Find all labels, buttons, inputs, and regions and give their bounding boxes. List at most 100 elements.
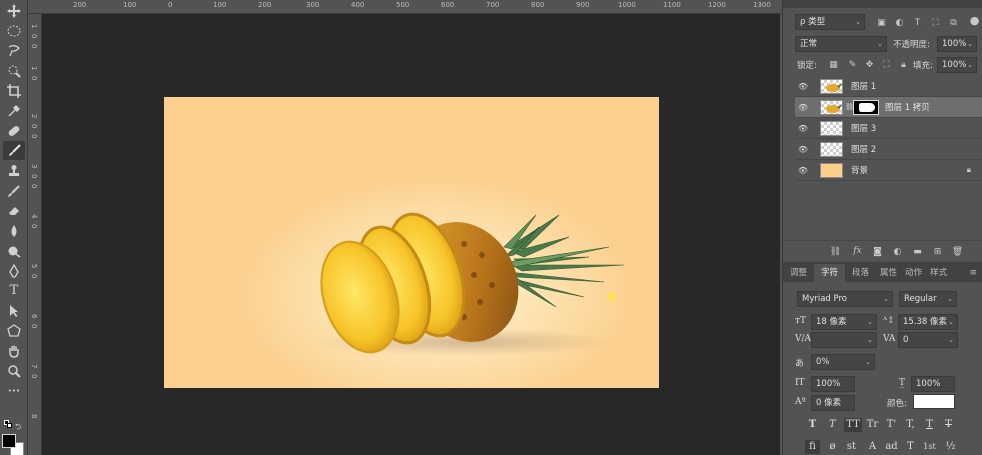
brush-icon[interactable] [3,141,25,160]
tsume-input[interactable]: 0% ⌄ [811,354,875,370]
adjustment-layer-icon[interactable]: ◐ [891,245,904,258]
text-color-swatch[interactable] [913,394,955,409]
filter-type-icon[interactable]: T [911,16,924,29]
ruler-tick: 1 [30,66,38,71]
dodge-icon[interactable] [3,241,25,260]
add-mask-icon[interactable]: ◙ [871,245,884,258]
lock-artboard-icon[interactable]: ⛶ [880,58,893,71]
discretionary-ligature-button[interactable]: ø [825,440,840,454]
filter-smart-icon[interactable]: ⧉ [947,16,960,29]
underline-button[interactable]: T [922,418,937,432]
swash-button[interactable]: A [865,440,880,454]
type-icon[interactable]: T [3,281,25,300]
visibility-eye-icon[interactable]: 👁︎ [795,97,811,118]
lock-all-icon[interactable]: 🔒︎ [897,58,910,71]
tracking-input[interactable]: 0 ⌄ [898,332,958,348]
swap-colors-icon[interactable]: ⮌ [15,421,21,435]
link-layers-icon[interactable]: ⛓︎ [829,245,842,258]
filter-shape-icon[interactable]: ⛶ [929,16,942,29]
marquee-icon[interactable] [3,21,25,40]
new-group-icon[interactable]: ▬ [911,245,924,258]
history-brush-icon[interactable] [3,181,25,200]
healing-icon[interactable] [3,121,25,140]
subscript-button[interactable]: T, [903,418,918,432]
visibility-eye-icon[interactable]: 👁︎ [795,76,811,97]
layer-name: 图层 1 拷贝 [885,103,930,113]
eyedropper-icon[interactable] [3,101,25,120]
strikethrough-button[interactable]: T [941,418,956,432]
document-canvas[interactable] [164,97,659,388]
stylistic-alternates-button[interactable]: st [844,440,859,454]
default-colors-icon[interactable] [4,420,14,430]
layer-row-background[interactable]: 👁︎ 背景 🔒︎ [795,160,982,181]
stamp-icon[interactable] [3,161,25,180]
ruler-tick: 1300 [753,1,771,9]
eraser-icon[interactable] [3,201,25,220]
tab-paragraph[interactable]: 段落 [845,264,876,282]
shape-icon[interactable] [3,321,25,340]
ordinals-button[interactable]: 1st [922,440,937,454]
tab-character[interactable]: 字符 [814,264,846,282]
visibility-eye-icon[interactable]: 👁︎ [795,118,811,139]
horizontal-scale-input[interactable]: 100% [911,376,955,392]
ordinals-alt-button[interactable]: T [903,440,918,454]
tab-adjustments[interactable]: 调整 [783,264,814,282]
fill-value: 100% [942,60,967,70]
tab-actions[interactable]: 动作 [901,264,926,282]
layer-row-3[interactable]: 👁︎ 图层 3 [795,118,982,139]
small-caps-button[interactable]: Tr [865,418,880,432]
superscript-button[interactable]: T' [884,418,899,432]
all-caps-button[interactable]: TT [844,418,862,432]
kerning-input[interactable]: ⌄ [811,332,877,348]
mask-link-icon[interactable]: ⛓︎ [845,103,854,111]
baseline-shift-input[interactable]: 0 像素 [811,395,855,411]
visibility-eye-icon[interactable]: 👁︎ [795,160,811,181]
panel-menu-icon[interactable]: ≡ [969,264,977,282]
lock-transparent-icon[interactable]: ▦ [827,58,840,71]
visibility-eye-icon[interactable]: 👁︎ [795,139,811,160]
lasso-icon[interactable] [3,41,25,60]
lock-position-icon[interactable]: ✥ [863,58,876,71]
leading-input[interactable]: 15.38 像素 ⌄ [898,314,958,330]
vertical-scale-input[interactable]: 100% [811,376,855,392]
font-style-dropdown[interactable]: Regular ⌄ [899,291,957,307]
font-family-dropdown[interactable]: Myriad Pro ⌄ [797,291,893,307]
tab-properties[interactable]: 属性 [876,264,901,282]
fill-input[interactable]: 100% ⌄ [937,57,977,73]
horizontal-scale-icon: T̲ [899,378,906,388]
more-glyph: ••• [7,386,21,395]
path-select-icon[interactable] [3,301,25,320]
layer-style-icon[interactable]: fx [851,244,864,257]
foreground-color-swatch[interactable] [2,434,16,448]
hand-icon[interactable] [3,341,25,360]
ruler-tick: 800 [531,1,545,9]
faux-italic-button[interactable]: T [825,418,840,432]
pen-icon[interactable] [3,261,25,280]
lock-paint-icon[interactable]: ✎ [846,58,859,71]
layer-row-2[interactable]: 👁︎ ⛓︎ 图层 1 拷贝 [795,97,982,118]
layer-row-1[interactable]: 👁︎ 图层 1 [795,76,982,97]
tab-styles[interactable]: 样式 [926,264,951,282]
blend-mode-dropdown[interactable]: 正常 ⌄ [795,36,887,52]
fractions-button[interactable]: ½ [943,440,958,454]
crop-icon[interactable] [3,81,25,100]
filter-toggle-icon[interactable]: ● [968,14,981,27]
titling-alternates-button[interactable]: ad [884,440,899,454]
filter-pixel-icon[interactable]: ▣ [875,16,888,29]
zoom-icon[interactable] [3,361,25,380]
layer-row-4[interactable]: 👁︎ 图层 2 [795,139,982,160]
delete-layer-icon[interactable]: 🗑︎ [951,245,964,258]
opacity-input[interactable]: 100% ⌄ [937,36,977,52]
move-icon[interactable] [3,1,25,20]
filter-adjustment-icon[interactable]: ◐ [893,16,906,29]
layer-lock-icon: 🔒︎ [966,165,971,174]
quick-select-icon[interactable] [3,61,25,80]
faux-bold-button[interactable]: T [805,418,820,432]
layer-mask-thumbnail[interactable] [853,99,879,115]
layer-filter-dropdown[interactable]: ρ 类型 ⌄ [795,14,865,30]
new-layer-icon[interactable]: ⊞ [931,245,944,258]
ligature-button[interactable]: fi [805,440,820,454]
blur-icon[interactable] [3,221,25,240]
more-icon[interactable]: ••• [3,381,25,400]
font-size-input[interactable]: 18 像素 ⌄ [811,314,877,330]
